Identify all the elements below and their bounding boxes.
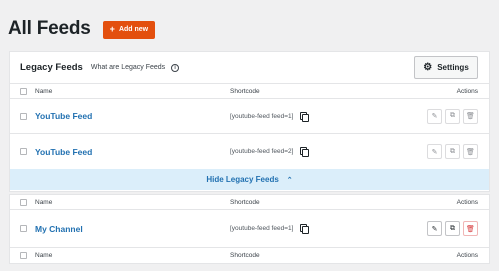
select-all-checkbox[interactable] — [20, 198, 27, 206]
shortcode-text: [youtube-feed feed=1] — [230, 225, 294, 232]
row-checkbox[interactable] — [20, 112, 27, 120]
row-actions: ✎ ⧉ 🗑 — [427, 221, 478, 236]
edit-icon[interactable]: ✎ — [427, 144, 442, 159]
settings-label: Settings — [437, 63, 469, 72]
row-checkbox[interactable] — [20, 148, 27, 155]
add-new-label: Add new — [118, 26, 149, 33]
copy-icon[interactable] — [299, 224, 310, 234]
table-row: YouTube Feed [youtube-feed feed=2] ✎ ⧉ 🗑 — [10, 134, 489, 169]
feed-name-link[interactable]: YouTube Feed — [35, 147, 92, 157]
legacy-table-header: Name Shortcode Actions — [10, 84, 489, 99]
shortcode-text: [youtube-feed feed=1] — [230, 112, 294, 120]
column-shortcode: Shortcode — [230, 87, 260, 95]
edit-icon[interactable]: ✎ — [427, 108, 442, 124]
shortcode-text: [youtube-feed feed=2] — [230, 148, 294, 155]
feed-name-link[interactable]: YouTube Feed — [35, 111, 92, 121]
hide-legacy-feeds-toggle[interactable]: Hide Legacy Feeds ⌃ — [9, 169, 490, 190]
shortcode: [youtube-feed feed=1] — [230, 224, 310, 234]
row-actions: ✎ ⧉ 🗑 — [427, 144, 478, 159]
feeds-table-header: Name Shortcode Actions — [10, 195, 489, 210]
column-shortcode: Shortcode — [230, 251, 260, 259]
info-icon: i — [171, 63, 180, 72]
feeds-table-footer: Name Shortcode Actions — [10, 248, 489, 262]
column-name: Name — [35, 251, 53, 259]
shortcode: [youtube-feed feed=2] — [230, 147, 310, 157]
copy-icon[interactable] — [299, 111, 310, 122]
trash-icon[interactable]: 🗑 — [463, 144, 478, 159]
chevron-up-icon: ⌃ — [286, 176, 293, 184]
add-new-button[interactable]: + Add new — [102, 20, 156, 39]
duplicate-icon[interactable]: ⧉ — [445, 108, 460, 124]
trash-icon[interactable]: 🗑 — [463, 221, 478, 236]
page-title: All Feeds — [8, 18, 91, 39]
table-row: My Channel [youtube-feed feed=1] ✎ ⧉ 🗑 — [10, 210, 489, 248]
hide-legacy-feeds-label: Hide Legacy Feeds — [206, 175, 279, 184]
column-name: Name — [35, 198, 53, 206]
duplicate-icon[interactable]: ⧉ — [445, 144, 460, 159]
feed-name-link[interactable]: My Channel — [35, 224, 83, 234]
plus-icon: + — [109, 24, 115, 34]
gear-icon: ⚙ — [423, 61, 433, 73]
column-actions: Actions — [456, 87, 478, 95]
row-checkbox[interactable] — [20, 225, 27, 232]
trash-icon[interactable]: 🗑 — [463, 108, 478, 124]
copy-icon[interactable] — [299, 147, 310, 157]
legacy-feeds-title: Legacy Feeds — [20, 62, 83, 73]
legacy-feeds-header: Legacy Feeds What are Legacy Feeds i ⚙ S… — [10, 52, 489, 84]
column-shortcode: Shortcode — [230, 198, 260, 206]
shortcode: [youtube-feed feed=1] — [230, 111, 310, 122]
what-are-legacy-feeds-label: What are Legacy Feeds — [90, 63, 166, 71]
settings-button[interactable]: ⚙ Settings — [414, 56, 478, 79]
what-are-legacy-feeds-link[interactable]: What are Legacy Feeds i — [90, 63, 180, 72]
select-all-checkbox[interactable] — [20, 251, 27, 259]
duplicate-icon[interactable]: ⧉ — [445, 221, 460, 236]
page-header: All Feeds + Add new — [8, 18, 156, 40]
edit-icon[interactable]: ✎ — [427, 221, 442, 236]
column-actions: Actions — [456, 251, 478, 259]
column-name: Name — [35, 87, 53, 95]
select-all-checkbox[interactable] — [20, 87, 27, 95]
table-row: YouTube Feed [youtube-feed feed=1] ✎ ⧉ 🗑 — [10, 99, 489, 134]
row-actions: ✎ ⧉ 🗑 — [427, 108, 478, 124]
column-actions: Actions — [456, 198, 478, 206]
feeds-card: Name Shortcode Actions My Channel [youtu… — [9, 194, 490, 264]
